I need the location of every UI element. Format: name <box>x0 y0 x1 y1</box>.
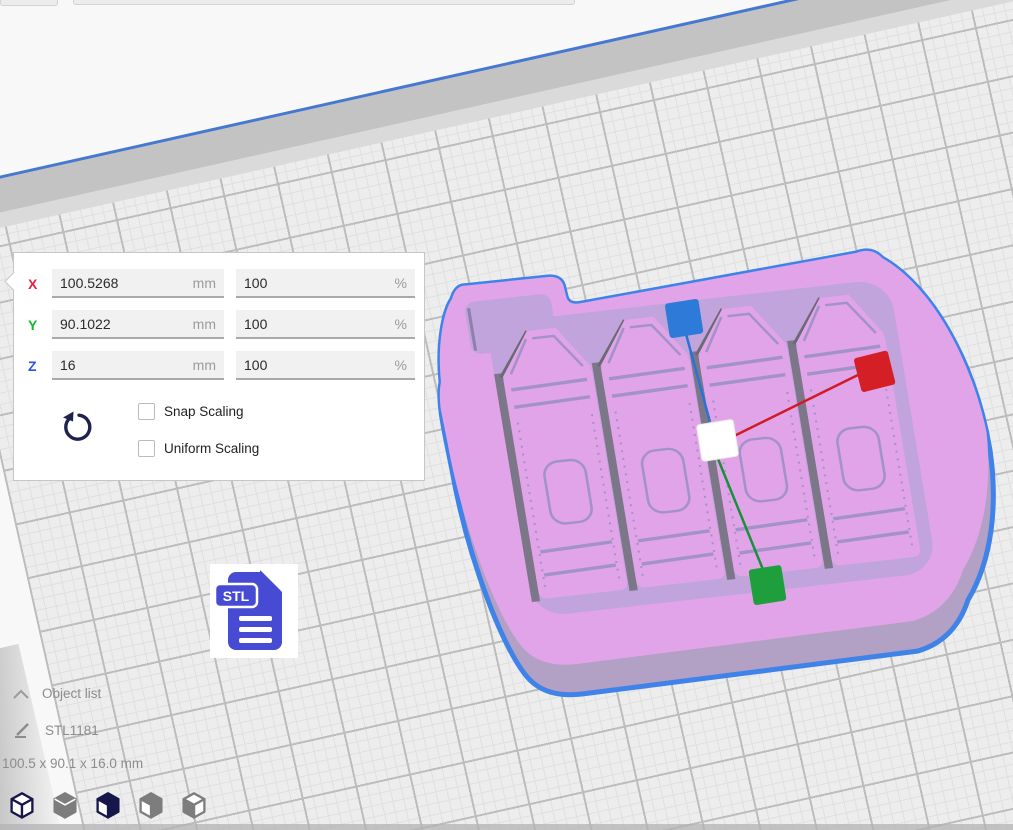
x-percent-unit: % <box>395 275 407 291</box>
model-dimensions-label: 100.5 x 90.1 x 16.0 mm <box>2 756 143 771</box>
z-percent-field[interactable]: % <box>236 351 415 380</box>
view-top-icon <box>94 791 122 821</box>
view-left-icon <box>137 791 165 821</box>
object-name-label: STL1181 <box>45 723 99 738</box>
object-list-item[interactable]: STL1181 <box>13 720 99 740</box>
view-top-button[interactable] <box>94 791 122 821</box>
view-3d-button[interactable] <box>8 791 36 821</box>
object-list-header[interactable]: Object list <box>12 686 101 701</box>
z-size-unit: mm <box>193 357 216 373</box>
view-front-button[interactable] <box>51 791 79 821</box>
view-front-icon <box>51 791 79 821</box>
reset-rotate-ccw-icon <box>58 408 94 446</box>
y-percent-input[interactable] <box>244 316 354 332</box>
view-right-button[interactable] <box>180 791 208 821</box>
snap-scaling-checkbox[interactable] <box>138 403 155 420</box>
x-axis-label: X <box>28 276 52 292</box>
snap-scaling-label: Snap Scaling <box>164 404 244 419</box>
reset-scale-button[interactable] <box>58 408 94 446</box>
y-percent-field[interactable]: % <box>236 310 415 339</box>
printer-type-icon <box>13 720 33 740</box>
z-size-input[interactable] <box>60 357 170 373</box>
uniform-scaling-label: Uniform Scaling <box>164 441 259 456</box>
y-size-input[interactable] <box>60 316 170 332</box>
y-size-unit: mm <box>193 316 216 332</box>
y-axis-label: Y <box>28 317 52 333</box>
center-scale-handle-white[interactable] <box>696 419 738 461</box>
scale-tool-panel: X mm % Y mm % Z mm <box>13 252 425 481</box>
y-size-field[interactable]: mm <box>52 310 224 339</box>
camera-view-toolbar <box>8 791 208 821</box>
x-percent-input[interactable] <box>244 275 354 291</box>
x-size-input[interactable] <box>60 275 170 291</box>
view-right-icon <box>180 791 208 821</box>
z-scale-handle-blue[interactable] <box>665 299 704 339</box>
stl-file-thumbnail: STL <box>210 564 298 658</box>
y-scale-handle-green[interactable] <box>748 565 786 606</box>
view-3d-icon <box>8 791 36 821</box>
z-percent-unit: % <box>395 357 407 373</box>
x-size-unit: mm <box>193 275 216 291</box>
z-size-field[interactable]: mm <box>52 351 224 380</box>
stl-badge-text: STL <box>223 588 250 604</box>
chevron-up-icon <box>12 687 30 701</box>
view-left-button[interactable] <box>137 791 165 821</box>
stl-file-icon: STL <box>210 564 298 658</box>
x-size-field[interactable]: mm <box>52 269 224 298</box>
x-percent-field[interactable]: % <box>236 269 415 298</box>
z-percent-input[interactable] <box>244 357 354 373</box>
3d-viewport: X mm % Y mm % Z mm <box>0 0 1013 830</box>
z-axis-label: Z <box>28 358 52 374</box>
y-percent-unit: % <box>395 316 407 332</box>
object-list-label: Object list <box>42 686 101 701</box>
uniform-scaling-checkbox[interactable] <box>138 440 155 457</box>
